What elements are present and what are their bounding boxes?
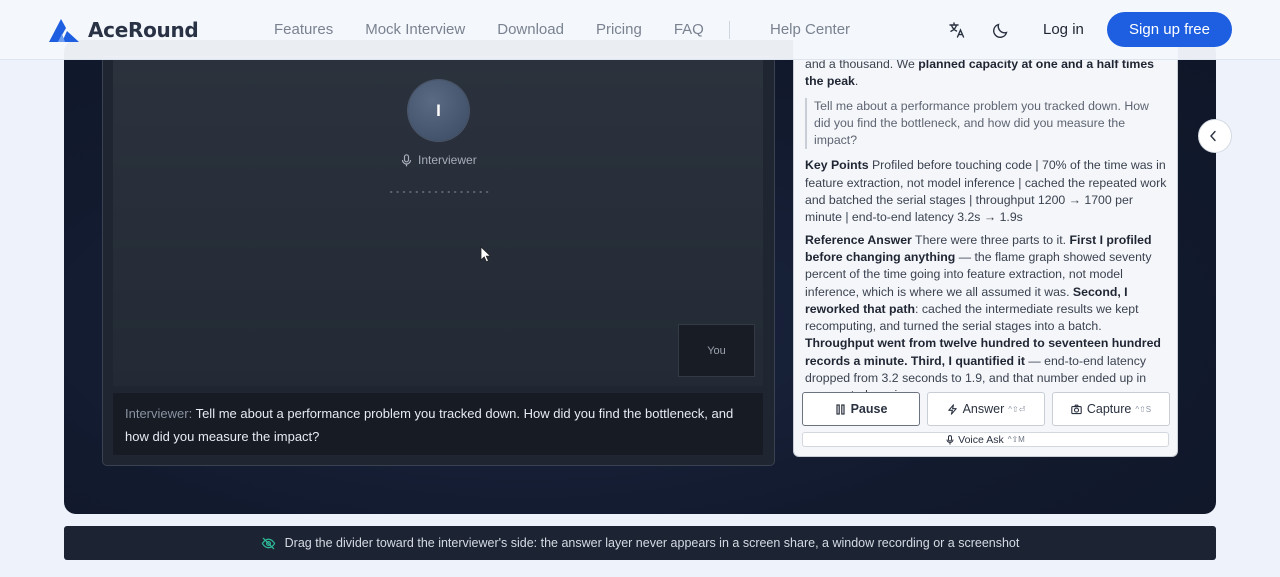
reference-answer-label: Reference Answer: [805, 232, 912, 247]
answer-button[interactable]: Answer ^⇧⏎: [927, 392, 1045, 426]
chevron-left-icon: [1210, 130, 1216, 142]
translate-icon[interactable]: [948, 21, 966, 39]
voice-ask-button[interactable]: Voice Ask ^⇧M: [802, 432, 1169, 447]
microphone-icon: [401, 153, 412, 166]
answer-label: Answer: [962, 402, 1005, 416]
capture-label: Capture: [1086, 402, 1132, 416]
nav-links: Features Mock Interview Download Pricing…: [274, 21, 736, 38]
answer-controls: Pause Answer ^⇧⏎ Capture ^⇧S: [802, 392, 1170, 426]
answer-panel: and a thousand. We planned capacity at o…: [793, 40, 1178, 457]
voice-ask-shortcut: ^⇧M: [1007, 435, 1025, 444]
interviewer-avatar: I: [408, 80, 469, 141]
brand-name: AceRound: [88, 17, 199, 42]
nav-link-faq[interactable]: FAQ: [674, 21, 704, 38]
privacy-notice-text: Drag the divider toward the interviewer'…: [284, 536, 1020, 550]
caption-speaker: Interviewer:: [125, 406, 193, 421]
nav-link-mock-interview[interactable]: Mock Interview: [365, 21, 465, 38]
pause-button[interactable]: Pause: [802, 392, 920, 426]
reference-answer: Reference Answer There were three parts …: [805, 232, 1167, 405]
nav-link-features[interactable]: Features: [274, 21, 333, 38]
mouse-cursor-icon: [480, 246, 492, 263]
pause-label: Pause: [850, 402, 888, 416]
capture-button[interactable]: Capture ^⇧S: [1052, 392, 1170, 426]
ref-text-1: There were three parts to it.: [911, 232, 1070, 247]
live-caption: Interviewer: Tell me about a performance…: [113, 393, 763, 455]
nav-link-help-center[interactable]: Help Center: [770, 21, 850, 38]
key-points-label: Key Points: [805, 158, 869, 173]
previous-answer-tail: and a thousand. We planned capacity at o…: [805, 56, 1167, 91]
nav-link-download[interactable]: Download: [497, 21, 564, 38]
brand-logo[interactable]: AceRound: [49, 17, 199, 42]
eye-off-icon: [261, 537, 275, 549]
panel-collapse-button[interactable]: [1198, 119, 1232, 153]
answer-shortcut: ^⇧⏎: [1008, 404, 1026, 414]
self-video-tile: You: [678, 324, 755, 377]
question-quote: Tell me about a performance problem you …: [805, 97, 1167, 150]
dark-mode-icon[interactable]: [992, 21, 1010, 39]
lightning-icon: [947, 403, 957, 415]
capture-shortcut: ^⇧S: [1135, 404, 1152, 414]
caption-text: Tell me about a performance problem you …: [125, 406, 734, 444]
nav-link-pricing[interactable]: Pricing: [596, 21, 642, 38]
privacy-notice: Drag the divider toward the interviewer'…: [64, 526, 1216, 560]
pause-icon: [835, 403, 845, 415]
top-nav: AceRound Features Mock Interview Downloa…: [0, 0, 1280, 60]
nav-divider: [729, 21, 730, 39]
logo-icon: [49, 19, 79, 42]
key-points: Key Points Profiled before touching code…: [805, 157, 1167, 226]
intro-end: .: [854, 74, 859, 89]
signup-button[interactable]: Sign up free: [1107, 12, 1232, 47]
voice-ask-label: Voice Ask: [958, 433, 1004, 446]
interviewer-label: Interviewer: [401, 153, 477, 167]
answer-content: and a thousand. We planned capacity at o…: [805, 56, 1167, 410]
interviewer-name: Interviewer: [418, 153, 477, 167]
camera-icon: [1071, 404, 1082, 414]
audio-level-dots: [388, 190, 490, 194]
login-link[interactable]: Log in: [1043, 21, 1084, 38]
microphone-icon: [946, 434, 954, 445]
